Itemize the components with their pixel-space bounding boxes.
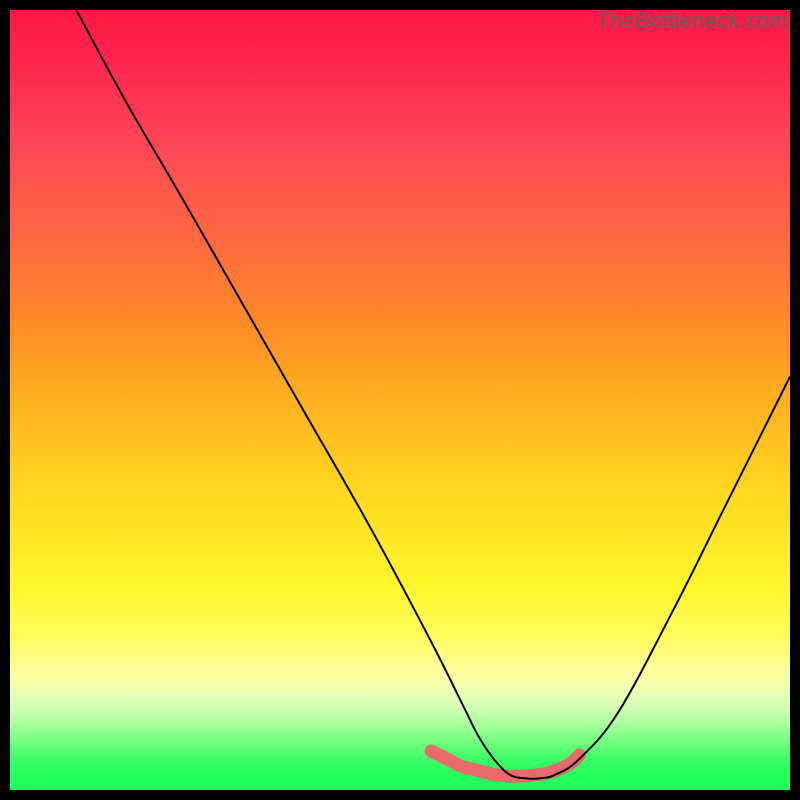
watermark-text: TheBottleneck.com	[596, 8, 788, 34]
chart-container: TheBottleneck.com	[0, 0, 800, 800]
bottleneck-curve	[76, 10, 790, 779]
chart-svg	[10, 10, 790, 790]
